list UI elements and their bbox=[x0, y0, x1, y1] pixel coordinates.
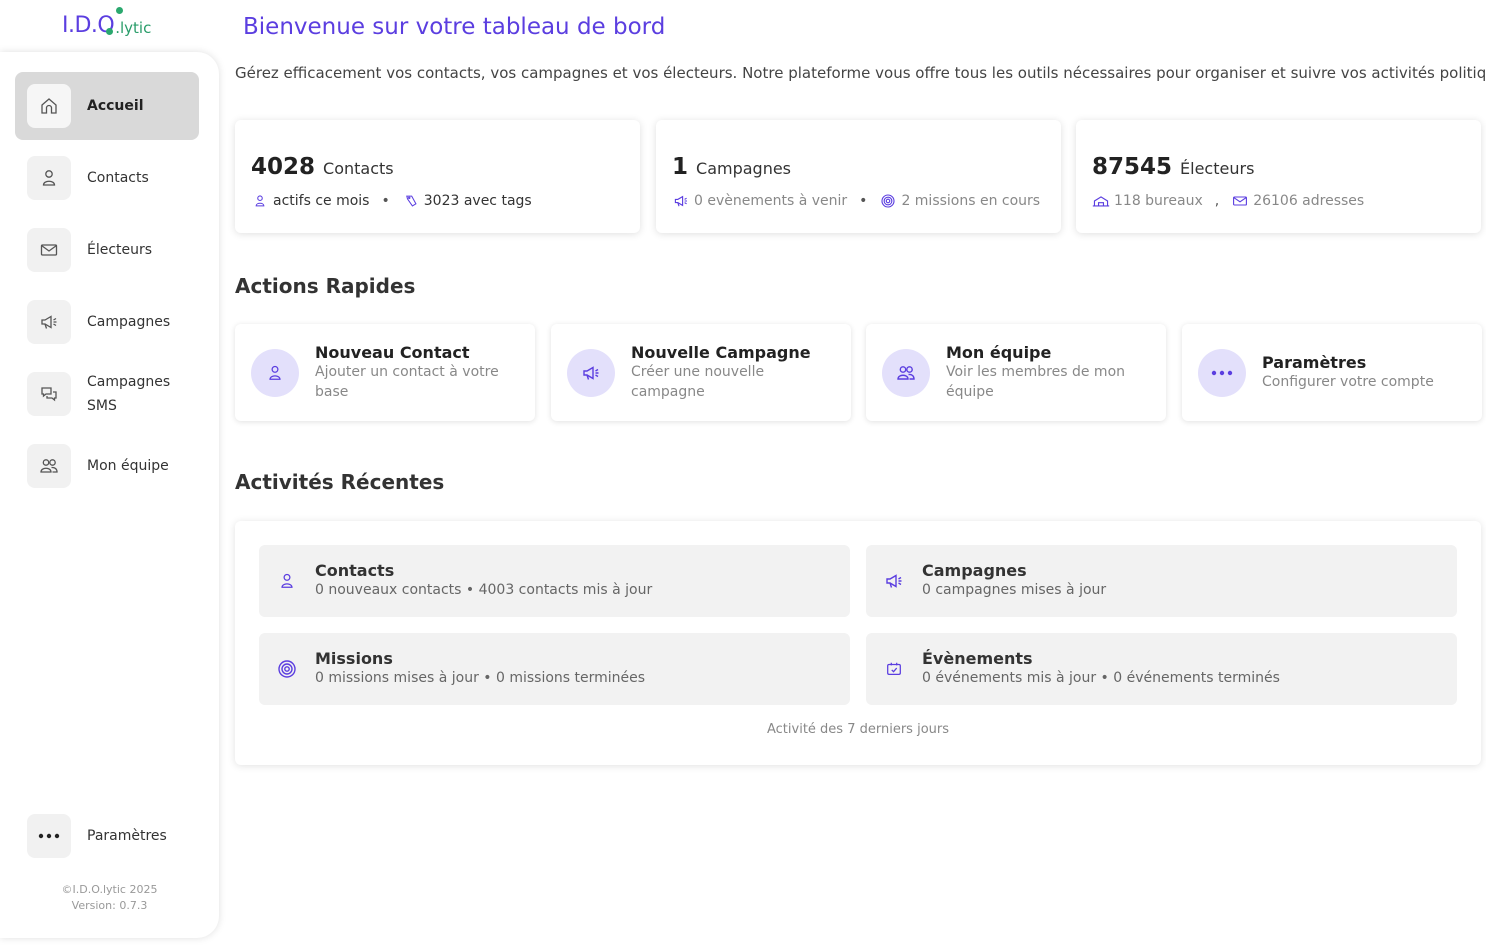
stat-sub-text: 3023 avec tags bbox=[423, 193, 532, 209]
stat-card-electeurs[interactable]: 87545 Électeurs 118 bureaux , 26106 adre… bbox=[1076, 120, 1481, 233]
stat-value: 1 bbox=[672, 154, 689, 180]
sidebar-item-campagnes-sms[interactable]: Campagnes SMS bbox=[15, 360, 199, 428]
section-title-recent: Activités Récentes bbox=[235, 470, 445, 494]
action-title: Mon équipe bbox=[946, 343, 1052, 362]
recent-item-evenements[interactable]: Évènements 0 événements mis à jour • 0 é… bbox=[866, 633, 1457, 705]
sidebar-item-label: Campagnes SMS bbox=[87, 374, 171, 414]
user-icon bbox=[251, 349, 299, 397]
sidebar-item-contacts[interactable]: Contacts bbox=[15, 144, 199, 212]
sidebar-item-label: Accueil bbox=[87, 98, 144, 114]
app-logo[interactable]: I.D.O .lytic bbox=[62, 6, 151, 40]
calendar-icon bbox=[884, 659, 904, 679]
team-icon bbox=[27, 444, 71, 488]
stat-sub-text: 0 evènements à venir bbox=[694, 193, 848, 209]
stat-label: Campagnes bbox=[696, 159, 792, 178]
recent-item-description: 0 nouveaux contacts • 4003 contacts mis … bbox=[315, 582, 653, 598]
sidebar-item-label: Campagnes bbox=[87, 314, 171, 330]
target-icon bbox=[879, 192, 897, 210]
stat-card-campagnes[interactable]: 1 Campagnes 0 evènements à venir • 2 mis… bbox=[656, 120, 1061, 233]
logo-dot bbox=[106, 28, 113, 35]
user-icon bbox=[27, 156, 71, 200]
sidebar-item-label: Paramètres bbox=[87, 828, 167, 844]
recent-activity-panel: Contacts 0 nouveaux contacts • 4003 cont… bbox=[235, 521, 1481, 765]
action-parametres[interactable]: Paramètres Configurer votre compte bbox=[1182, 324, 1482, 421]
megaphone-icon bbox=[884, 571, 904, 591]
action-description: Ajouter un contact à votre base bbox=[315, 364, 499, 400]
action-title: Paramètres bbox=[1262, 353, 1367, 372]
stat-label: Contacts bbox=[323, 159, 394, 178]
version-text: Version: 0.7.3 bbox=[71, 899, 148, 912]
building-icon bbox=[1092, 192, 1110, 210]
user-icon bbox=[251, 192, 269, 210]
recent-item-campagnes[interactable]: Campagnes 0 campagnes mises à jour bbox=[866, 545, 1457, 617]
recent-item-missions[interactable]: Missions 0 missions mises à jour • 0 mis… bbox=[259, 633, 850, 705]
action-title: Nouvelle Campagne bbox=[631, 343, 811, 362]
sidebar-item-electeurs[interactable]: Électeurs bbox=[15, 216, 199, 284]
tag-icon bbox=[402, 192, 420, 210]
action-mon-equipe[interactable]: Mon équipe Voir les membres de mon équip… bbox=[866, 324, 1166, 421]
user-icon bbox=[277, 571, 297, 591]
page-subtitle: Gérez efficacement vos contacts, vos cam… bbox=[235, 64, 1486, 82]
stat-card-contacts[interactable]: 4028 Contacts actifs ce mois • 3023 avec… bbox=[235, 120, 640, 233]
sidebar-item-parametres[interactable]: Paramètres bbox=[15, 802, 199, 870]
recent-item-description: 0 campagnes mises à jour bbox=[922, 582, 1107, 598]
logo-dot bbox=[116, 7, 123, 14]
mail-icon bbox=[27, 228, 71, 272]
recent-item-description: 0 événements mis à jour • 0 événements t… bbox=[922, 670, 1280, 686]
sidebar-footer: ©I.D.O.lytic 2025 Version: 0.7.3 bbox=[0, 882, 219, 914]
action-description: Voir les membres de mon équipe bbox=[946, 364, 1126, 400]
sidebar: Accueil Contacts Électeurs Campagnes Cam… bbox=[0, 52, 219, 938]
stat-value: 87545 bbox=[1092, 154, 1173, 180]
separator: , bbox=[1214, 193, 1220, 209]
action-nouveau-contact[interactable]: Nouveau Contact Ajouter un contact à vot… bbox=[235, 324, 535, 421]
target-icon bbox=[277, 659, 297, 679]
stat-sub-text: 26106 adresses bbox=[1253, 193, 1365, 209]
section-title-actions: Actions Rapides bbox=[235, 274, 416, 298]
team-icon bbox=[882, 349, 930, 397]
action-description: Configurer votre compte bbox=[1262, 374, 1434, 390]
more-icon bbox=[27, 814, 71, 858]
stat-sub-text: actifs ce mois bbox=[273, 193, 370, 209]
megaphone-icon bbox=[672, 192, 690, 210]
sidebar-item-accueil[interactable]: Accueil bbox=[15, 72, 199, 140]
sidebar-item-campagnes[interactable]: Campagnes bbox=[15, 288, 199, 356]
stat-value: 4028 bbox=[251, 154, 316, 180]
action-nouvelle-campagne[interactable]: Nouvelle Campagne Créer une nouvelle cam… bbox=[551, 324, 851, 421]
recent-item-contacts[interactable]: Contacts 0 nouveaux contacts • 4003 cont… bbox=[259, 545, 850, 617]
sidebar-item-label: Contacts bbox=[87, 170, 149, 186]
stat-sub-text: 118 bureaux bbox=[1114, 193, 1203, 209]
sidebar-item-label: Électeurs bbox=[87, 242, 153, 258]
recent-item-title: Campagnes bbox=[922, 561, 1027, 580]
copyright-text: ©I.D.O.lytic 2025 bbox=[61, 883, 158, 896]
mail-icon bbox=[1231, 192, 1249, 210]
logo-text: I.D.O bbox=[62, 13, 115, 38]
logo-suffix: .lytic bbox=[115, 19, 152, 37]
stat-label: Électeurs bbox=[1180, 159, 1255, 178]
sidebar-item-mon-equipe[interactable]: Mon équipe bbox=[15, 432, 199, 500]
separator: • bbox=[859, 193, 868, 209]
recent-activity-note: Activité des 7 derniers jours bbox=[767, 722, 949, 737]
action-description: Créer une nouvelle campagne bbox=[631, 364, 765, 400]
recent-item-title: Missions bbox=[315, 649, 393, 668]
recent-item-description: 0 missions mises à jour • 0 missions ter… bbox=[315, 670, 646, 686]
megaphone-icon bbox=[567, 349, 615, 397]
megaphone-icon bbox=[27, 300, 71, 344]
separator: • bbox=[381, 193, 390, 209]
page-title: Bienvenue sur votre tableau de bord bbox=[243, 14, 666, 40]
stat-sub-text: 2 missions en cours bbox=[901, 193, 1041, 209]
recent-item-title: Évènements bbox=[922, 649, 1033, 668]
action-title: Nouveau Contact bbox=[315, 343, 470, 362]
chat-icon bbox=[27, 372, 71, 416]
home-icon bbox=[27, 84, 71, 128]
sidebar-item-label: Mon équipe bbox=[87, 458, 169, 474]
recent-item-title: Contacts bbox=[315, 561, 395, 580]
more-icon bbox=[1198, 349, 1246, 397]
